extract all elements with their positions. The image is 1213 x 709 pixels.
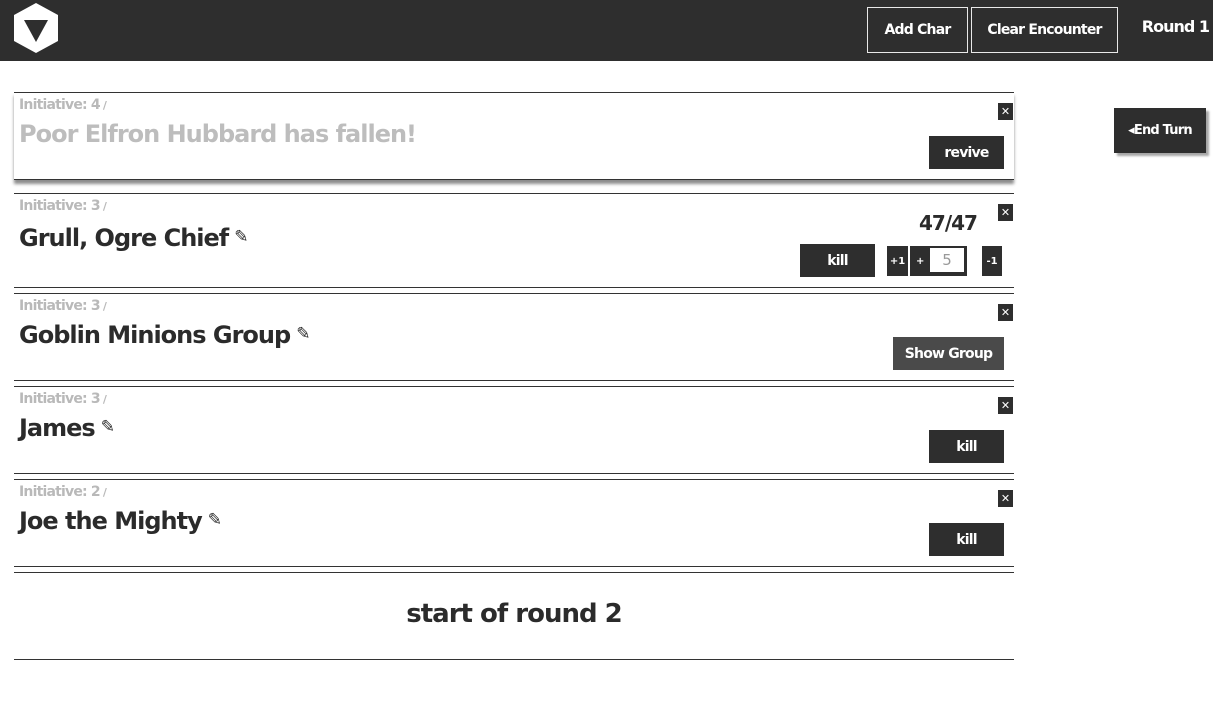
- kill-button[interactable]: kill: [929, 430, 1004, 463]
- minus-one-button[interactable]: -1: [982, 246, 1002, 276]
- pencil-icon[interactable]: /: [103, 486, 107, 499]
- end-turn-button[interactable]: ◂End Turn: [1114, 108, 1206, 153]
- combatant-card-fallen: Initiative: 4/ Poor Elfron Hubbard has f…: [14, 92, 1014, 180]
- clear-encounter-button[interactable]: Clear Encounter: [971, 7, 1118, 53]
- combatant-name: Joe the Mighty ✎: [19, 507, 222, 535]
- pencil-icon[interactable]: /: [103, 393, 107, 406]
- hp-display: 47/47: [919, 211, 978, 235]
- logo-icon[interactable]: [13, 2, 59, 54]
- pencil-icon[interactable]: /: [103, 200, 107, 213]
- round-end-label: start of round 2: [406, 599, 622, 629]
- top-bar: Add Char Clear Encounter Round 1: [0, 0, 1213, 61]
- plus-one-button[interactable]: +1: [887, 246, 908, 276]
- pencil-icon[interactable]: /: [103, 300, 107, 313]
- pencil-icon[interactable]: ✎: [101, 417, 115, 437]
- combatant-card: Initiative: 2/ Joe the Mighty ✎ ✕ kill: [14, 479, 1014, 567]
- add-char-button[interactable]: Add Char: [867, 7, 968, 53]
- pencil-icon[interactable]: ✎: [234, 227, 248, 247]
- initiative-label[interactable]: Initiative: 3/: [19, 198, 107, 214]
- combatant-name: James ✎: [19, 414, 115, 442]
- plus-button[interactable]: +: [916, 256, 924, 267]
- initiative-label[interactable]: Initiative: 3/: [19, 391, 107, 407]
- close-icon[interactable]: ✕: [998, 490, 1013, 507]
- combatant-card: Initiative: 3/ Goblin Minions Group ✎ ✕ S…: [14, 293, 1014, 381]
- pencil-icon[interactable]: ✎: [208, 510, 222, 530]
- revive-button[interactable]: revive: [929, 136, 1004, 169]
- close-icon[interactable]: ✕: [998, 103, 1013, 120]
- pencil-icon[interactable]: /: [103, 99, 107, 112]
- initiative-label[interactable]: Initiative: 2/: [19, 484, 107, 500]
- kill-button[interactable]: kill: [800, 244, 875, 277]
- combatant-name: Grull, Ogre Chief ✎: [19, 224, 249, 252]
- round-end-marker: start of round 2: [14, 572, 1014, 660]
- combatant-card: Initiative: 3/ Grull, Ogre Chief ✎ ✕ 47/4…: [14, 193, 1014, 288]
- close-icon[interactable]: ✕: [998, 204, 1013, 221]
- show-group-button[interactable]: Show Group: [893, 337, 1004, 370]
- initiative-label[interactable]: Initiative: 4/: [19, 97, 107, 113]
- combatant-card: Initiative: 3/ James ✎ ✕ kill: [14, 386, 1014, 474]
- fallen-message: Poor Elfron Hubbard has fallen!: [19, 120, 417, 148]
- pencil-icon[interactable]: ✎: [296, 324, 310, 344]
- kill-button[interactable]: kill: [929, 523, 1004, 556]
- initiative-label[interactable]: Initiative: 3/: [19, 298, 107, 314]
- combatant-name: Goblin Minions Group ✎: [19, 321, 310, 349]
- close-icon[interactable]: ✕: [998, 304, 1013, 321]
- hp-amount-input[interactable]: [930, 248, 964, 272]
- close-icon[interactable]: ✕: [998, 397, 1013, 414]
- round-label: Round 1: [1141, 17, 1210, 36]
